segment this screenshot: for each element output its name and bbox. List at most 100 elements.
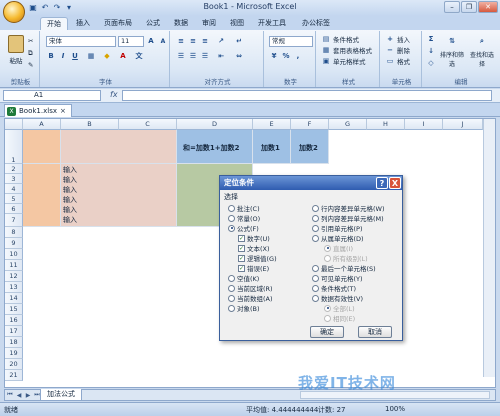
help-button[interactable]: ? bbox=[376, 177, 388, 189]
row-header[interactable]: 15 bbox=[5, 304, 23, 315]
option-column-differences[interactable]: 列内容差异单元格(M) bbox=[312, 213, 384, 223]
option-last-cell[interactable]: 最后一个单元格(S) bbox=[312, 263, 376, 273]
row-header[interactable]: 1 bbox=[5, 130, 23, 164]
copy-icon[interactable]: ⧉ bbox=[28, 49, 33, 58]
fill-color-icon[interactable]: ◆ bbox=[102, 51, 112, 61]
percent-icon[interactable]: % bbox=[281, 51, 291, 61]
row-header[interactable]: 9 bbox=[5, 238, 23, 249]
prev-sheet-icon[interactable]: ◀ bbox=[15, 391, 23, 399]
cell-d1[interactable]: 和=加数1+加数2 bbox=[177, 130, 253, 164]
row-header[interactable]: 21 bbox=[5, 370, 23, 381]
merge-center-icon[interactable]: ⇔ bbox=[234, 51, 244, 61]
check-numbers[interactable]: ✓ 数字(U) bbox=[238, 233, 270, 243]
option-current-region[interactable]: 当前区域(R) bbox=[228, 283, 273, 293]
column-header[interactable]: J bbox=[443, 119, 483, 130]
align-bottom-icon[interactable]: ≡ bbox=[200, 36, 210, 46]
currency-icon[interactable]: ¥ bbox=[269, 51, 279, 61]
option-dependents[interactable]: 从属单元格(D) bbox=[312, 233, 364, 243]
tab-office-tabs[interactable]: 办公标签 bbox=[296, 17, 336, 30]
sheet-tab[interactable]: 加法公式 bbox=[40, 389, 82, 401]
row-header[interactable]: 17 bbox=[5, 326, 23, 337]
row-header[interactable]: 4 bbox=[5, 184, 23, 194]
number-format-select[interactable]: 常规 bbox=[269, 36, 313, 47]
column-header[interactable]: D bbox=[177, 119, 253, 130]
row-header[interactable]: 5 bbox=[5, 194, 23, 204]
option-row-differences[interactable]: 行内容差异单元格(W) bbox=[312, 203, 385, 213]
formula-input[interactable] bbox=[122, 90, 492, 101]
align-center-icon[interactable]: ☰ bbox=[188, 51, 198, 61]
close-doc-icon[interactable]: × bbox=[60, 107, 66, 115]
find-select-button[interactable]: ⌕ 查找和选择 bbox=[468, 34, 496, 69]
dropdown-icon[interactable]: ▾ bbox=[64, 2, 74, 12]
check-logicals[interactable]: ✓ 逻辑值(G) bbox=[238, 253, 277, 263]
tab-formulas[interactable]: 公式 bbox=[140, 17, 166, 30]
orientation-icon[interactable]: ↗ bbox=[216, 36, 226, 46]
border-icon[interactable]: ▦ bbox=[86, 51, 96, 61]
clear-icon[interactable]: ◇ bbox=[426, 58, 436, 68]
sort-filter-button[interactable]: ⇅ 排序和筛选 bbox=[438, 34, 466, 68]
cell-e1[interactable]: 加数1 bbox=[253, 130, 291, 164]
cell-a1[interactable] bbox=[23, 130, 61, 164]
option-validation-all[interactable]: 全部(L) bbox=[324, 303, 355, 313]
tab-review[interactable]: 审阅 bbox=[196, 17, 222, 30]
cancel-button[interactable]: 取消 bbox=[358, 326, 392, 338]
option-comments[interactable]: 批注(C) bbox=[228, 203, 260, 213]
option-precedents[interactable]: 引用单元格(P) bbox=[312, 223, 363, 233]
table-format-button[interactable]: ▦ 套用表格格式 bbox=[321, 45, 372, 55]
format-cells-button[interactable]: ▭ 格式 bbox=[385, 56, 410, 66]
tab-insert[interactable]: 插入 bbox=[70, 17, 96, 30]
vertical-scrollbar[interactable] bbox=[483, 119, 495, 377]
grow-font-icon[interactable]: A bbox=[146, 36, 156, 46]
row-header[interactable]: 12 bbox=[5, 271, 23, 282]
underline-icon[interactable]: U bbox=[70, 51, 80, 61]
minimize-button[interactable]: – bbox=[444, 1, 460, 13]
check-errors[interactable]: ✓ 错误(E) bbox=[238, 263, 269, 273]
close-window-button[interactable]: ✕ bbox=[478, 1, 498, 13]
format-painter-icon[interactable]: ✎ bbox=[28, 61, 33, 69]
next-sheet-icon[interactable]: ▶ bbox=[24, 391, 32, 399]
insert-cells-button[interactable]: + 插入 bbox=[385, 34, 410, 44]
cell-f1[interactable]: 加数2 bbox=[291, 130, 329, 164]
undo-icon[interactable]: ↶ bbox=[40, 2, 50, 12]
tab-data[interactable]: 数据 bbox=[168, 17, 194, 30]
tab-view[interactable]: 视图 bbox=[224, 17, 250, 30]
restore-button[interactable]: ❐ bbox=[461, 1, 477, 13]
row-header[interactable]: 11 bbox=[5, 260, 23, 271]
option-blanks[interactable]: 空值(K) bbox=[228, 273, 259, 283]
name-box[interactable]: A1 bbox=[3, 90, 101, 101]
check-text[interactable]: ✓ 文本(X) bbox=[238, 243, 270, 253]
option-current-array[interactable]: 当前数组(A) bbox=[228, 293, 273, 303]
row-header[interactable]: 19 bbox=[5, 348, 23, 359]
phonetic-icon[interactable]: 文 bbox=[134, 51, 144, 61]
row-header[interactable]: 7 bbox=[5, 214, 23, 227]
font-color-icon[interactable]: A bbox=[118, 51, 128, 61]
insert-function-button[interactable]: fx bbox=[110, 90, 118, 99]
font-size-select[interactable]: 11 bbox=[118, 36, 144, 47]
align-middle-icon[interactable]: ≡ bbox=[188, 36, 198, 46]
cut-icon[interactable]: ✂ bbox=[28, 37, 33, 45]
document-tab[interactable]: X Book1.xlsx × bbox=[4, 104, 72, 117]
tab-page-layout[interactable]: 页面布局 bbox=[98, 17, 138, 30]
cell-b2-c7[interactable] bbox=[61, 164, 177, 227]
column-header[interactable]: E bbox=[253, 119, 291, 130]
option-formulas[interactable]: 公式(F) bbox=[228, 223, 259, 233]
option-constants[interactable]: 常量(O) bbox=[228, 213, 260, 223]
italic-icon[interactable]: I bbox=[58, 51, 68, 61]
option-direct-only[interactable]: 直属(I) bbox=[324, 243, 353, 253]
delete-cells-button[interactable]: − 删除 bbox=[385, 45, 410, 55]
tab-developer[interactable]: 开发工具 bbox=[252, 17, 292, 30]
column-header[interactable]: A bbox=[23, 119, 61, 130]
comma-icon[interactable]: , bbox=[293, 51, 303, 61]
option-conditional-formats[interactable]: 条件格式(T) bbox=[312, 283, 356, 293]
cell-b1[interactable] bbox=[61, 130, 177, 164]
option-all-levels[interactable]: 所有级别(L) bbox=[324, 253, 368, 263]
row-header[interactable]: 16 bbox=[5, 315, 23, 326]
cell-styles-button[interactable]: ▣ 单元格样式 bbox=[321, 56, 366, 66]
row-header[interactable]: 8 bbox=[5, 227, 23, 238]
column-header[interactable]: G bbox=[329, 119, 367, 130]
first-sheet-icon[interactable]: ⏮ bbox=[6, 391, 14, 399]
fill-icon[interactable]: ↓ bbox=[426, 46, 436, 56]
align-right-icon[interactable]: ☰ bbox=[200, 51, 210, 61]
save-icon[interactable]: ▣ bbox=[28, 2, 38, 12]
row-header[interactable]: 18 bbox=[5, 337, 23, 348]
